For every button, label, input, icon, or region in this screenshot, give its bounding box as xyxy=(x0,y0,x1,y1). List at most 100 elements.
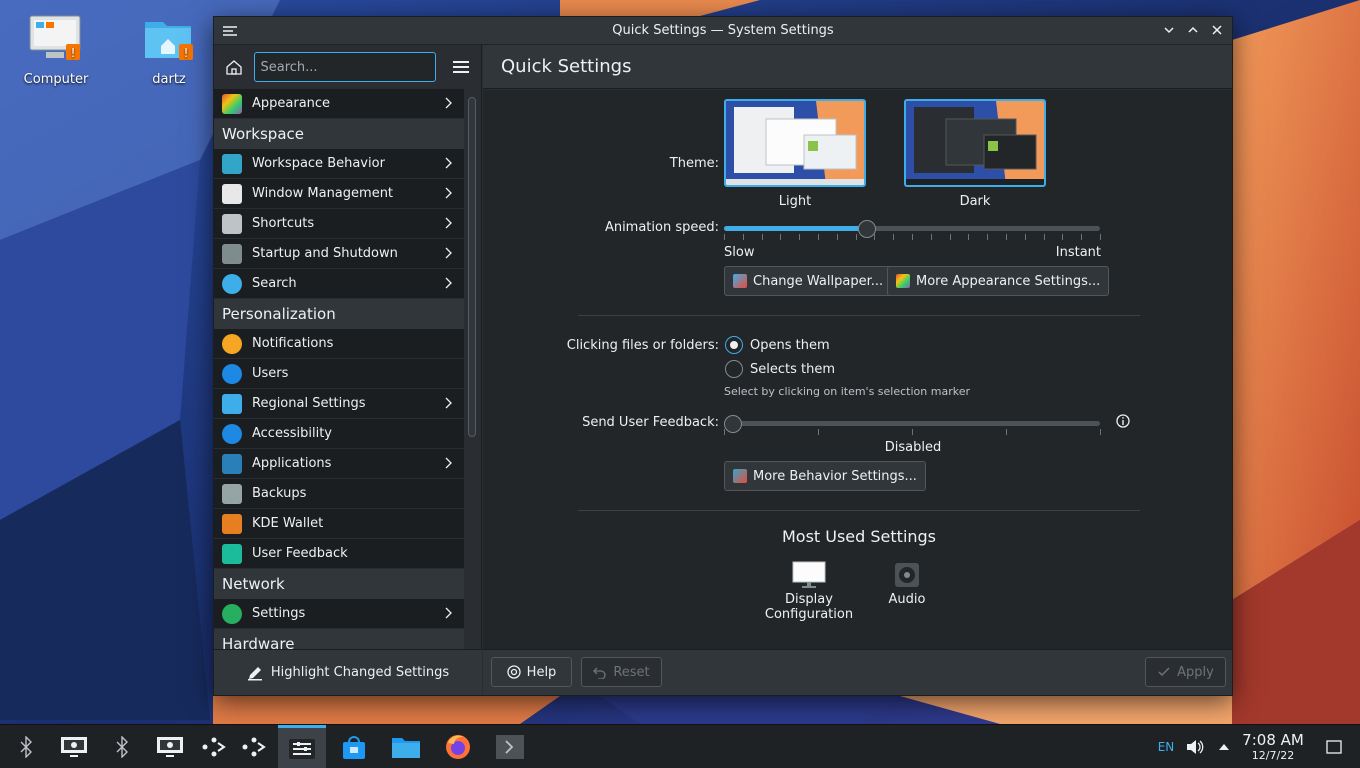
window-titlebar[interactable]: Quick Settings — System Settings xyxy=(214,17,1232,45)
chevron-right-icon xyxy=(445,157,452,169)
sidebar-item-backups[interactable]: Backups xyxy=(214,479,464,509)
hamburger-menu-button[interactable] xyxy=(450,55,474,79)
more-appearance-label: More Appearance Settings... xyxy=(916,273,1101,289)
taskbar-konsole[interactable] xyxy=(486,725,534,768)
taskbar-display-1[interactable] xyxy=(50,725,98,768)
slider-tick xyxy=(930,234,932,240)
sidebar-item-label: Regional Settings xyxy=(252,396,366,411)
slider-tick xyxy=(912,429,913,435)
help-button[interactable]: Help xyxy=(491,657,572,687)
taskbar-firefox[interactable] xyxy=(434,725,482,768)
backups-icon xyxy=(222,483,242,504)
search-input[interactable] xyxy=(253,52,436,82)
checkmark-icon xyxy=(1158,667,1170,677)
sidebar-item-regional-settings[interactable]: Regional Settings xyxy=(214,389,464,419)
undo-icon xyxy=(593,667,606,679)
slider-handle[interactable] xyxy=(857,220,876,238)
taskbar-system-settings[interactable] xyxy=(278,725,326,768)
sidebar-scrollbar[interactable] xyxy=(468,97,476,437)
display-configuration-label-2: Configuration xyxy=(764,607,854,622)
more-behavior-settings-button[interactable]: More Behavior Settings... xyxy=(724,461,926,491)
most-used-title: Most Used Settings xyxy=(781,527,937,546)
chevron-right-icon xyxy=(445,217,452,229)
shopping-bag-icon xyxy=(343,736,365,759)
selects-them-radio[interactable] xyxy=(725,360,743,378)
reset-button[interactable]: Reset xyxy=(581,657,662,687)
clock-date: 12/7/22 xyxy=(1251,749,1295,762)
home-icon xyxy=(226,60,242,75)
chevron-up-icon xyxy=(1188,26,1198,33)
sidebar-item-kde-wallet[interactable]: KDE Wallet xyxy=(214,509,464,539)
sidebar-item-appearance[interactable]: Appearance xyxy=(214,89,464,119)
sidebar-item-shortcuts[interactable]: Shortcuts xyxy=(214,209,464,239)
sidebar-item-workspace-behavior[interactable]: Workspace Behavior xyxy=(214,149,464,179)
animation-speed-slider[interactable] xyxy=(724,218,1102,244)
keyboard-icon xyxy=(222,213,242,234)
footer-bar: Help Reset Apply xyxy=(483,649,1232,695)
minimize-button[interactable] xyxy=(1160,21,1178,39)
theme-light-thumbnail[interactable] xyxy=(724,99,866,187)
sidebar-item-startup-and-shutdown[interactable]: Startup and Shutdown xyxy=(214,239,464,269)
sidebar-item-notifications[interactable]: Notifications xyxy=(214,329,464,359)
desktop-icon-home-folder[interactable]: ! dartz xyxy=(124,14,214,87)
digital-clock[interactable]: 7:08 AM 12/7/22 xyxy=(1238,731,1308,763)
taskbar: EN 7:08 AM 12/7/22 xyxy=(0,724,1360,768)
help-icon xyxy=(507,665,521,679)
animation-speed-label: Animation speed: xyxy=(604,220,719,235)
desktop-icon-computer[interactable]: ! Computer xyxy=(11,14,101,87)
taskbar-dolphin[interactable] xyxy=(382,725,430,768)
sidebar-item-users[interactable]: Users xyxy=(214,359,464,389)
change-wallpaper-button[interactable]: Change Wallpaper... xyxy=(724,266,893,296)
wallet-icon xyxy=(222,513,242,534)
taskbar-discover[interactable] xyxy=(330,725,378,768)
slider-tick xyxy=(1100,429,1101,435)
slider-track xyxy=(724,421,1100,426)
sidebar-item-applications[interactable]: Applications xyxy=(214,449,464,479)
reset-label: Reset xyxy=(613,664,650,680)
slider-tick xyxy=(1100,234,1101,240)
chevron-down-icon xyxy=(1164,27,1174,34)
audio-icon xyxy=(895,563,919,587)
sidebar-item-search[interactable]: Search xyxy=(214,269,464,299)
terminal-icon xyxy=(496,735,524,759)
highlight-changed-settings-button[interactable]: Highlight Changed Settings xyxy=(214,649,482,695)
keyboard-layout-indicator[interactable]: EN xyxy=(1154,725,1178,768)
apply-button[interactable]: Apply xyxy=(1145,657,1226,687)
volume-icon[interactable] xyxy=(1184,725,1206,768)
close-button[interactable] xyxy=(1208,21,1226,39)
sidebar-item-user-feedback[interactable]: User Feedback xyxy=(214,539,464,569)
sidebar-item-accessibility[interactable]: Accessibility xyxy=(214,419,464,449)
slider-handle[interactable] xyxy=(724,415,742,433)
window-management-icon xyxy=(222,183,242,204)
taskbar-bluetooth-1[interactable] xyxy=(2,725,50,768)
theme-dark-thumbnail[interactable] xyxy=(904,99,1046,187)
bluetooth-icon xyxy=(116,736,128,758)
taskbar-kdeconnect-2[interactable] xyxy=(230,725,278,768)
taskbar-bluetooth-2[interactable] xyxy=(98,725,146,768)
most-used-audio[interactable]: Audio xyxy=(857,560,957,607)
home-button[interactable] xyxy=(222,55,246,79)
most-used-display-configuration[interactable]: Display Configuration xyxy=(759,560,859,622)
slider-tick xyxy=(1024,234,1026,240)
system-tray-expand-icon[interactable] xyxy=(1214,725,1234,768)
more-appearance-settings-button[interactable]: More Appearance Settings... xyxy=(887,266,1110,296)
slider-tick xyxy=(1006,429,1007,435)
user-feedback-slider[interactable] xyxy=(724,413,1102,439)
taskbar-display-2[interactable] xyxy=(146,725,194,768)
opens-them-radio[interactable] xyxy=(725,336,743,354)
opens-them-label: Opens them xyxy=(750,338,830,353)
chevron-right-icon xyxy=(445,457,452,469)
maximize-button[interactable] xyxy=(1184,21,1202,39)
selects-them-label: Selects them xyxy=(750,362,836,377)
display-icon xyxy=(792,561,826,588)
sidebar-item-window-management[interactable]: Window Management xyxy=(214,179,464,209)
slider-tick xyxy=(1081,234,1083,240)
svg-text:!: ! xyxy=(71,46,76,60)
desktop-icon-label: Computer xyxy=(23,72,89,87)
users-icon xyxy=(222,363,242,384)
sidebar-item-label: Startup and Shutdown xyxy=(252,246,398,261)
sidebar-item-settings[interactable]: Settings xyxy=(214,599,464,629)
info-icon[interactable] xyxy=(1115,413,1131,433)
slider-tick xyxy=(818,234,819,240)
show-desktop-button[interactable] xyxy=(1322,725,1346,768)
